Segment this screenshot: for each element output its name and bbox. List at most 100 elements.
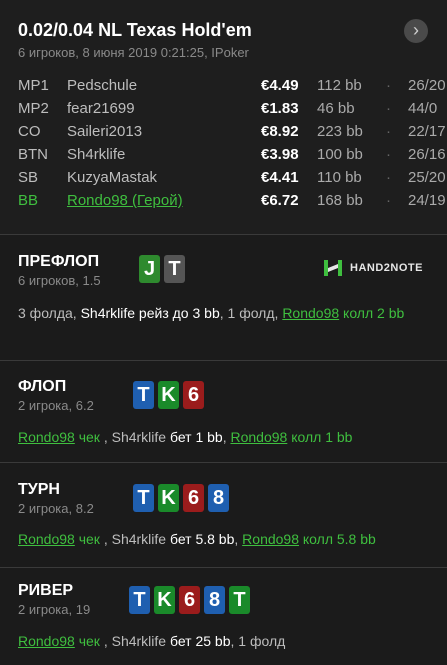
player-stack-bb: 100 bb [317, 146, 363, 163]
hero-name-link[interactable]: Rondo98 [242, 531, 299, 547]
action-text: , 1 фолд, [219, 305, 283, 321]
board-card: 6 [179, 586, 200, 614]
board-card: 6 [183, 484, 204, 512]
hero-name-link[interactable]: Rondo98 (Герой) [67, 192, 183, 209]
hero-name-link[interactable]: Rondo98 [18, 633, 75, 649]
player-name: Sh4rklife [67, 146, 126, 163]
player-stats: 24/19 [408, 192, 446, 209]
player-position: BTN [18, 146, 48, 163]
chevron-right-icon[interactable]: › [404, 19, 428, 43]
villain-name: Sh4rklife [80, 305, 136, 321]
player-row[interactable]: MP2 fear21699 €1.83 46 bb · 44/0 [18, 100, 438, 123]
player-name: Pedschule [67, 77, 138, 94]
action-text: 3 фолда, [18, 305, 81, 321]
action-text: колл 1 bb [287, 429, 353, 445]
player-stack-bb: 46 bb [317, 100, 355, 117]
street-subtitle: 2 игрока, 6.2 [18, 398, 94, 413]
street-subtitle: 6 игроков, 1.5 [18, 273, 101, 288]
player-stats: 26/16 [408, 146, 446, 163]
player-stack-bb: 110 bb [317, 169, 362, 186]
player-stats: 44/0 [408, 100, 438, 117]
player-stats: 26/20 [408, 77, 446, 94]
board-card: 8 [204, 586, 225, 614]
player-row[interactable]: MP1 Pedschule €4.49 112 bb · 26/20 [18, 77, 446, 100]
board-card: T [133, 484, 154, 512]
player-name: Saileri2013 [67, 123, 143, 140]
action-text: колл 2 bb [339, 305, 405, 321]
board-card: T [133, 381, 154, 409]
action-text: чек [74, 531, 100, 547]
board-card: 6 [183, 381, 204, 409]
separator-dot: · [386, 146, 391, 163]
player-stack: €4.49 [261, 77, 299, 94]
action-text: , 1 фолд [230, 633, 286, 649]
player-position: BB [18, 192, 39, 209]
player-name: fear21699 [67, 100, 135, 117]
turn-section: ТУРН 2 игрока, 8.2 T K 6 8 Rondo98 чек ,… [0, 463, 447, 568]
player-row[interactable]: BTN Sh4rklife €3.98 100 bb · 26/16 [18, 146, 446, 169]
villain-name: , Sh4rklife [99, 429, 167, 445]
street-title: ПРЕФЛОП [18, 253, 100, 270]
street-action: Rondo98 чек , Sh4rklife бет 1 bb, Rondo9… [18, 427, 427, 448]
board-card: K [158, 381, 179, 409]
hole-card: J [139, 255, 160, 283]
street-title: РИВЕР [18, 582, 74, 599]
separator-dot: · [386, 169, 391, 186]
action-text: чек [74, 633, 100, 649]
player-stats: 25/20 [408, 169, 446, 186]
villain-name: , Sh4rklife [99, 633, 167, 649]
action-text: бет 5.8 bb [166, 531, 235, 547]
hand-header: 0.02/0.04 NL Texas Hold'em 6 игроков, 8 … [0, 0, 447, 235]
board-card: T [229, 586, 250, 614]
street-action: Rondo98 чек , Sh4rklife бет 25 bb, 1 фол… [18, 631, 427, 652]
river-section: РИВЕР 2 игрока, 19 T K 6 8 T Rondo98 чек… [0, 568, 447, 665]
hole-card: T [164, 255, 185, 283]
separator-dot: · [386, 123, 391, 140]
action-text: бет 25 bb [166, 633, 231, 649]
board-card: K [158, 484, 179, 512]
player-stack-bb: 223 bb [317, 123, 363, 140]
villain-name: , Sh4rklife [99, 531, 167, 547]
hand2note-logo-icon [324, 260, 342, 276]
action-text: бет 1 bb [166, 429, 223, 445]
player-name: KuzyaMastak [67, 169, 158, 186]
player-stack: €6.72 [261, 192, 299, 209]
separator-dot: · [386, 192, 391, 209]
player-row[interactable]: CO Saileri2013 €8.92 223 bb · 22/17 [18, 123, 446, 146]
street-action: 3 фолда, Sh4rklife рейз до 3 bb, 1 фолд,… [18, 303, 427, 324]
player-stack: €8.92 [261, 123, 299, 140]
board-cards: T K 6 8 T [129, 586, 250, 614]
players-list: MP1 Pedschule €4.49 112 bb · 26/20 MP2 f… [18, 77, 446, 215]
player-position: SB [18, 169, 39, 186]
logo-text: HAND2NOTE [350, 262, 423, 274]
action-text: чек [74, 429, 100, 445]
player-row-hero[interactable]: BB Rondo98 (Герой) €6.72 168 bb · 24/19 [18, 192, 446, 215]
player-stack-bb: 112 bb [317, 77, 362, 94]
board-card: K [154, 586, 175, 614]
hero-name-link[interactable]: Rondo98 [18, 429, 75, 445]
street-subtitle: 2 игрока, 8.2 [18, 501, 94, 516]
player-row[interactable]: SB KuzyaMastak €4.41 110 bb · 25/20 [18, 169, 446, 192]
hand-title: 0.02/0.04 NL Texas Hold'em [18, 20, 252, 40]
player-position: MP1 [18, 77, 49, 94]
action-text: , [234, 531, 243, 547]
separator-dot: · [386, 100, 391, 117]
hero-name-link[interactable]: Rondo98 [282, 305, 339, 321]
hero-name-link[interactable]: Rondo98 [230, 429, 287, 445]
board-card: T [129, 586, 150, 614]
board-cards: T K 6 [133, 381, 204, 409]
preflop-section: ПРЕФЛОП 6 игроков, 1.5 J T 3 фолда, Sh4r… [0, 235, 447, 361]
player-stack-bb: 168 bb [317, 192, 363, 209]
action-text: рейз до 3 bb [135, 305, 220, 321]
separator-dot: · [386, 77, 391, 94]
player-stack: €1.83 [261, 100, 299, 117]
street-action: Rondo98 чек , Sh4rklife бет 5.8 bb, Rond… [18, 529, 427, 550]
action-text: колл 5.8 bb [299, 531, 376, 547]
hero-name-link[interactable]: Rondo98 [18, 531, 75, 547]
player-stack: €3.98 [261, 146, 299, 163]
street-subtitle: 2 игрока, 19 [18, 602, 91, 617]
player-stack: €4.41 [261, 169, 299, 186]
hand-subtitle: 6 игроков, 8 июня 2019 0:21:25, IPoker [18, 45, 249, 60]
street-title: ФЛОП [18, 378, 67, 395]
street-title: ТУРН [18, 481, 60, 498]
